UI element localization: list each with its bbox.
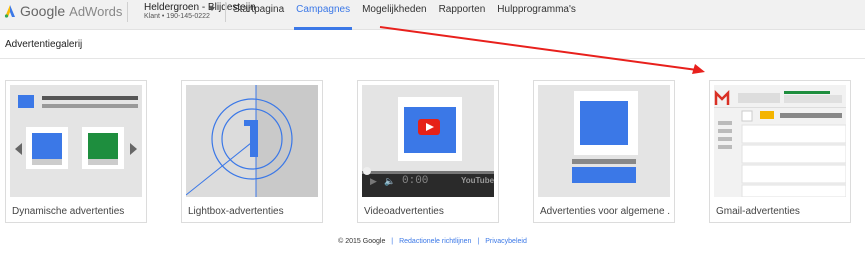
footer-separator: | [391, 238, 394, 245]
copyright-text: © 2015 Google [338, 238, 386, 245]
footer-separator: | [477, 238, 480, 245]
footer-link-privacy[interactable]: Privacybeleid [485, 238, 527, 245]
footer-link-guidelines[interactable]: Redactionele richtlijnen [399, 238, 471, 245]
footer: © 2015 Google | Redactionele richtlijnen… [0, 238, 865, 245]
